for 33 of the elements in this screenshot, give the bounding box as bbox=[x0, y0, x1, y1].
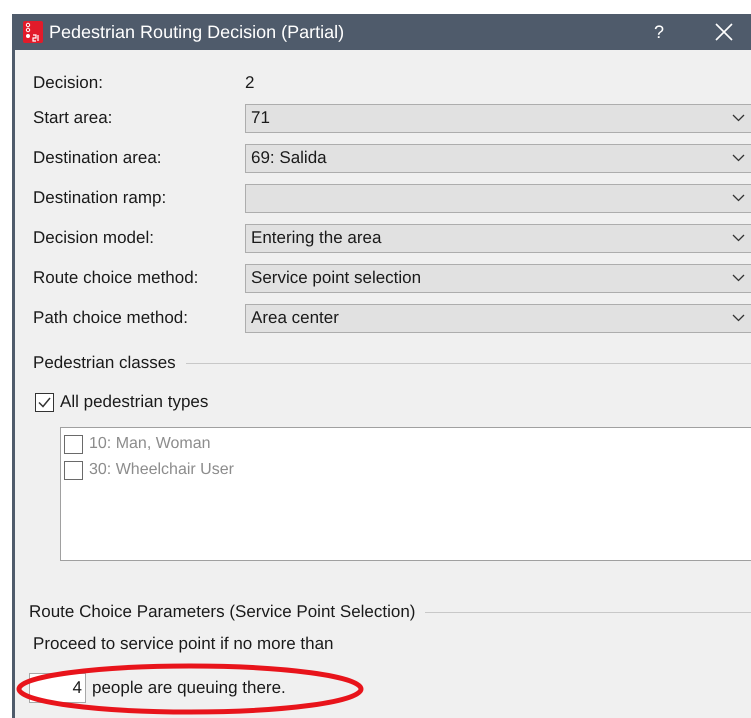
field-label: Destination ramp: bbox=[33, 188, 168, 208]
field-label: Path choice method: bbox=[33, 308, 189, 328]
dropdown[interactable]: Service point selection bbox=[245, 264, 751, 292]
field-label: Decision model: bbox=[33, 228, 155, 248]
window-title: Pedestrian Routing Decision (Partial) bbox=[49, 22, 346, 42]
field-label: Start area: bbox=[33, 108, 114, 128]
close-icon[interactable] bbox=[715, 23, 733, 41]
checkbox[interactable] bbox=[64, 434, 83, 454]
chevron-down-icon bbox=[732, 114, 745, 122]
dropdown[interactable]: Area center bbox=[245, 304, 751, 332]
checkbox-label: 10: Man, Woman bbox=[89, 435, 211, 453]
suffix-text: people are queuing there. bbox=[92, 678, 286, 698]
checkbox-label: All pedestrian types bbox=[60, 392, 208, 412]
chevron-down-icon bbox=[732, 194, 745, 202]
help-button[interactable]: ? bbox=[649, 22, 669, 42]
chevron-down-icon bbox=[732, 314, 745, 322]
prompt-text: Proceed to service point if no more than bbox=[32, 633, 334, 655]
checkbox[interactable] bbox=[35, 392, 54, 412]
dropdown[interactable]: Entering the area bbox=[245, 224, 751, 252]
app-icon bbox=[23, 21, 43, 43]
chevron-down-icon bbox=[732, 234, 745, 242]
field-label: Decision: bbox=[33, 73, 104, 93]
dropdown[interactable]: 69: Salida bbox=[245, 144, 751, 172]
checkbox[interactable] bbox=[64, 460, 83, 480]
checkbox-label: 30: Wheelchair User bbox=[89, 461, 234, 479]
field-label: Destination area: bbox=[33, 148, 163, 168]
chevron-down-icon bbox=[732, 274, 745, 282]
decision-value: 2 bbox=[245, 73, 254, 93]
group-title: Route Choice Parameters (Service Point Selection) bbox=[29, 602, 416, 622]
dropdown[interactable]: 71 bbox=[245, 104, 751, 132]
chevron-down-icon bbox=[732, 154, 745, 162]
field-label: Route choice method: bbox=[33, 268, 200, 288]
group-title: Pedestrian classes bbox=[33, 353, 176, 373]
